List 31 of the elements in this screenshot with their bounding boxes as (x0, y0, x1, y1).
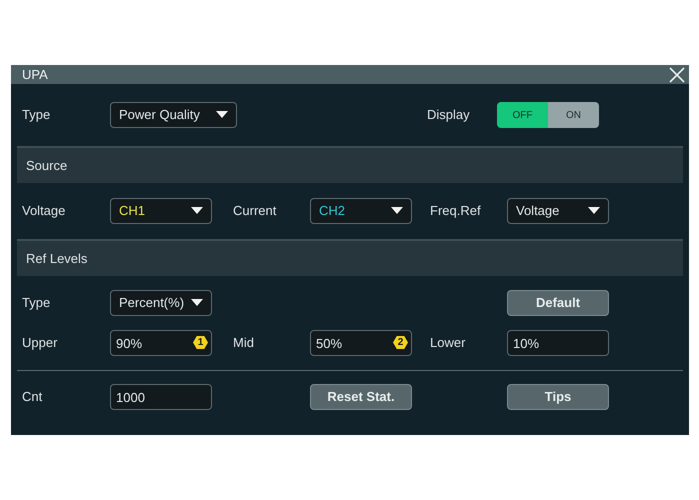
field-label: Lower (430, 334, 466, 352)
close-icon[interactable] (669, 66, 685, 82)
caret-icon (391, 207, 403, 215)
section-title: Source (26, 156, 68, 175)
input-field[interactable]: 10% (507, 330, 609, 356)
toggle-option[interactable]: OFF (497, 102, 548, 128)
caret-icon (191, 299, 203, 307)
field-label: Display (427, 106, 471, 124)
field-label: Cnt (22, 388, 44, 406)
dropdown[interactable]: CH1 (110, 198, 212, 224)
field-label: Freq.Ref (430, 202, 482, 220)
dropdown[interactable]: CH2 (310, 198, 412, 224)
caret-icon (216, 111, 228, 119)
dropdown[interactable]: Power Quality (110, 102, 237, 128)
field-label: Voltage (22, 202, 66, 220)
dropdown[interactable]: Percent(%) (110, 290, 212, 316)
field-label: Type (22, 294, 52, 312)
field-label: Mid (233, 334, 255, 352)
caret-icon (191, 207, 203, 215)
field-label: Current (233, 202, 278, 220)
window-title: UPA (22, 66, 48, 84)
action-button[interactable]: Tips (507, 384, 609, 410)
action-button[interactable]: Default (507, 290, 609, 316)
dropdown[interactable]: Voltage (507, 198, 609, 224)
toggle-option[interactable]: ON (548, 102, 599, 128)
section-title: Ref Levels (26, 250, 88, 268)
caret-icon (588, 207, 600, 215)
action-button[interactable]: Reset Stat. (310, 384, 412, 410)
field-label: Upper (22, 334, 58, 352)
field-label: Type (22, 106, 52, 124)
input-field[interactable]: 1000 (110, 384, 212, 410)
